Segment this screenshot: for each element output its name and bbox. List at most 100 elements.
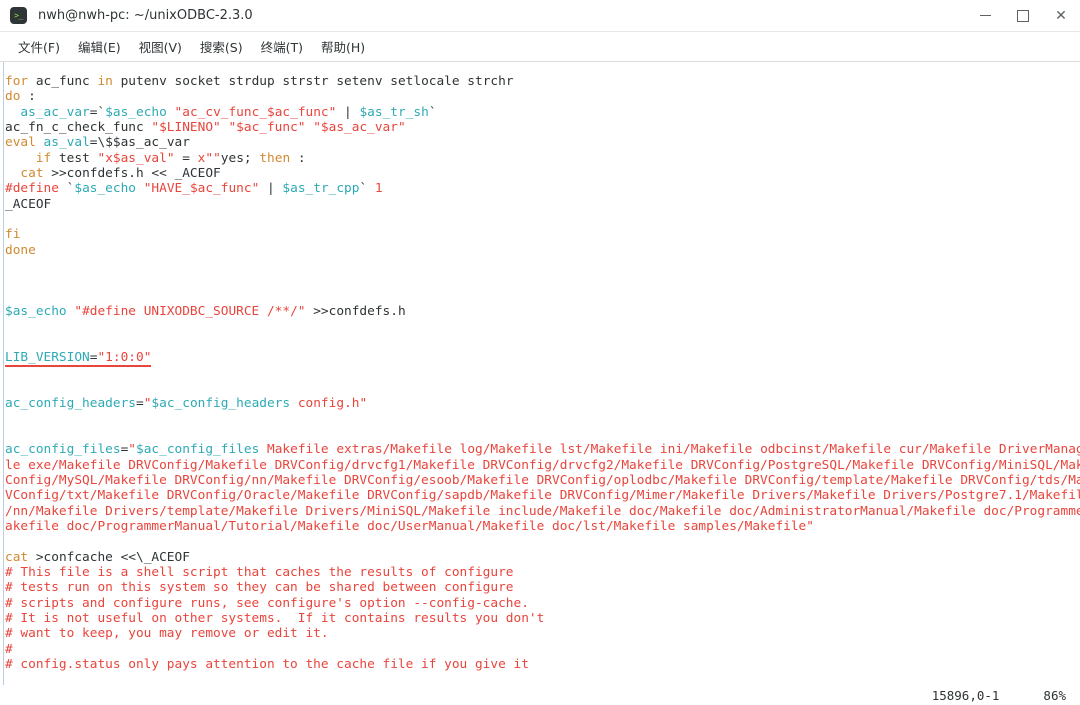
terminal-window: >_ nwh@nwh-pc: ~/unixODBC-2.3.0 ✕ 文件(F) …	[0, 0, 1080, 705]
terminal-text: cat	[20, 166, 44, 182]
terminal-line: # tests run on this system so they can b…	[5, 580, 1080, 595]
terminal-text: 1	[374, 181, 383, 197]
terminal-line: # config.status only pays attention to t…	[5, 657, 1080, 672]
terminal-icon-glyph: >_	[14, 10, 23, 20]
terminal-text: >>confdefs.h << _ACEOF	[43, 166, 221, 182]
terminal-text: akefile doc/ProgrammerManual/Tutorial/Ma…	[5, 518, 814, 534]
terminal-text: ""	[205, 150, 221, 166]
terminal-text: $as_echo	[74, 181, 136, 197]
terminal-text: "$as_ac_var"	[313, 120, 406, 136]
terminal-line: done	[5, 243, 1080, 258]
terminal-output-area[interactable]: for ac_func in putenv socket strdup strs…	[0, 62, 1080, 685]
terminal-text: le exe/Makefile DRVConfig/Makefile DRVCo…	[5, 457, 1080, 473]
terminal-line: VConfig/txt/Makefile DRVConfig/Oracle/Ma…	[5, 488, 1080, 503]
terminal-line: LIB_VERSION="1:0:0"	[5, 350, 1080, 368]
terminal-text: "#define UNIXODBC_SOURCE /**/"	[74, 304, 306, 320]
window-title: nwh@nwh-pc: ~/unixODBC-2.3.0	[38, 8, 253, 23]
menu-item-edit[interactable]: 编辑(E)	[69, 37, 130, 56]
terminal-line: for ac_func in putenv socket strdup strs…	[5, 74, 1080, 89]
terminal-text: putenv socket strdup strstr setenv setlo…	[112, 74, 514, 89]
terminal-line: #define `$as_echo "HAVE_$ac_func" | $as_…	[5, 181, 1080, 196]
terminal-text: LIB_VERSION	[5, 350, 90, 368]
terminal-text: # want to keep, you may remove or edit i…	[5, 626, 329, 642]
title-bar: >_ nwh@nwh-pc: ~/unixODBC-2.3.0 ✕	[0, 0, 1080, 32]
terminal-text: :	[20, 89, 36, 105]
terminal-line: as_ac_var=`$as_echo "ac_cv_func_$ac_func…	[5, 105, 1080, 120]
terminal-text: `	[359, 181, 375, 197]
terminal-text: # This file is a shell script that cache…	[5, 565, 514, 580]
terminal-line: le exe/Makefile DRVConfig/Makefile DRVCo…	[5, 458, 1080, 473]
terminal-text: $ac_config_files	[136, 442, 260, 458]
terminal-text: "ac_cv_func_$ac_func"	[174, 104, 337, 120]
terminal-text: _ACEOF	[5, 196, 52, 212]
terminal-line: # It is not useful on other systems. If …	[5, 611, 1080, 626]
minimize-button[interactable]	[966, 0, 1004, 31]
terminal-text: #define	[5, 181, 59, 197]
terminal-text: "$ac_func"	[228, 120, 306, 136]
menu-bar: 文件(F) 编辑(E) 视图(V) 搜索(S) 终端(T) 帮助(H)	[0, 32, 1080, 62]
status-bar: 15896,0-1 86%	[0, 685, 1080, 705]
terminal-text: =\$$as_ac_var	[89, 135, 190, 151]
terminal-text: for	[5, 74, 29, 89]
terminal-line: if test "x$as_val" = x""yes; then :	[5, 151, 1080, 166]
terminal-text: "$LINENO"	[151, 120, 221, 136]
terminal-text: $ac_config_headers	[151, 396, 291, 412]
window-controls: ✕	[966, 0, 1080, 31]
terminal-text: $as_tr_sh	[359, 104, 429, 120]
terminal-line: _ACEOF	[5, 197, 1080, 212]
terminal-text: :	[290, 150, 306, 166]
terminal-text: =`	[89, 104, 106, 120]
terminal-text: config.h"	[290, 396, 368, 412]
terminal-line: ac_fn_c_check_func "$LINENO" "$ac_func" …	[5, 120, 1080, 135]
terminal-line: fi	[5, 227, 1080, 242]
close-button[interactable]: ✕	[1042, 0, 1080, 31]
maximize-icon	[1017, 9, 1029, 22]
terminal-line: Config/MySQL/Makefile DRVConfig/nn/Makef…	[5, 473, 1080, 488]
terminal-text: fi	[5, 227, 21, 243]
terminal-line: eval as_val=\$$as_ac_var	[5, 135, 1080, 150]
terminal-text: as_val	[43, 135, 90, 151]
terminal-line: do :	[5, 89, 1080, 104]
terminal-line: # scripts and configure runs, see config…	[5, 596, 1080, 611]
terminal-text: # scripts and configure runs, see config…	[5, 595, 529, 611]
terminal-text: then	[259, 150, 291, 166]
terminal-text: ac_config_files	[5, 442, 121, 458]
terminal-text: in	[97, 74, 113, 89]
terminal-text: do	[5, 89, 21, 105]
terminal-text: =	[135, 396, 144, 412]
menu-item-file[interactable]: 文件(F)	[9, 37, 69, 56]
terminal-text: >>confdefs.h	[305, 304, 406, 320]
maximize-button[interactable]	[1004, 0, 1042, 31]
terminal-text: "	[128, 442, 137, 458]
terminal-text: =	[174, 150, 198, 166]
close-icon: ✕	[1055, 7, 1067, 24]
terminal-line: # want to keep, you may remove or edit i…	[5, 626, 1080, 641]
terminal-text: # It is not useful on other systems. If …	[5, 611, 545, 627]
terminal-text: eval	[5, 135, 36, 151]
terminal-text: done	[5, 242, 36, 258]
terminal-text: # tests run on this system so they can b…	[5, 580, 514, 596]
terminal-text: ac_fn_c_check_func	[5, 120, 152, 136]
menu-item-search[interactable]: 搜索(S)	[191, 37, 252, 56]
terminal-text: $as_tr_cpp	[282, 181, 360, 197]
menu-item-terminal[interactable]: 终端(T)	[252, 37, 312, 56]
terminal-text: VConfig/txt/Makefile DRVConfig/Oracle/Ma…	[5, 488, 1080, 504]
menu-item-view[interactable]: 视图(V)	[130, 37, 191, 56]
terminal-screen[interactable]: for ac_func in putenv socket strdup strs…	[0, 74, 1080, 672]
terminal-text: yes	[220, 150, 244, 166]
terminal-text: Makefile extras/Makefile log/Makefile ls…	[259, 442, 1080, 458]
terminal-text: |	[336, 104, 360, 120]
terminal-text: >confcache <<\_ACEOF	[28, 549, 190, 565]
terminal-line: # This file is a shell script that cache…	[5, 565, 1080, 580]
terminal-text: $as_echo	[5, 304, 67, 320]
menu-item-help[interactable]: 帮助(H)	[312, 37, 374, 56]
terminal-text: `	[428, 104, 437, 120]
terminal-text: "HAVE_$ac_func"	[143, 181, 260, 197]
terminal-line: $as_echo "#define UNIXODBC_SOURCE /**/" …	[5, 304, 1080, 319]
